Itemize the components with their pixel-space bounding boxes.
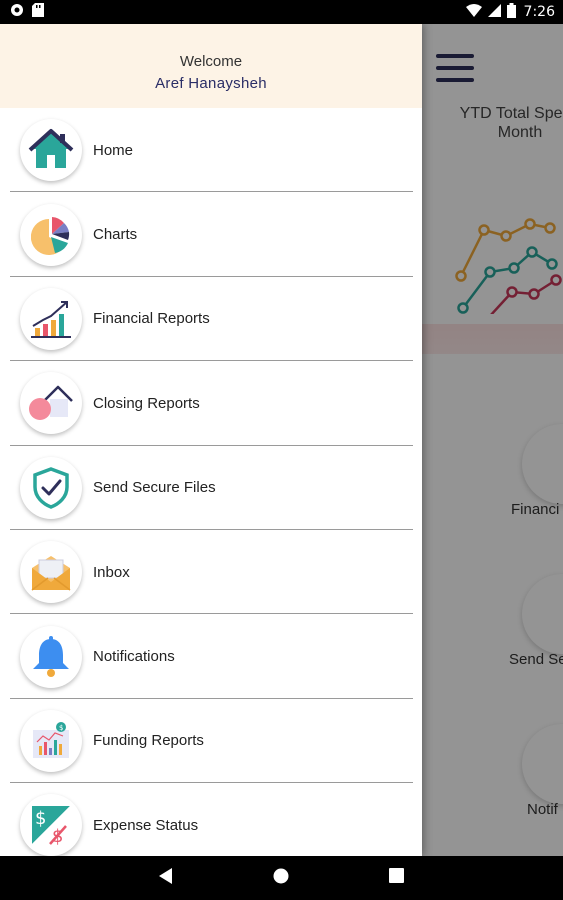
system-nav-bar [0, 856, 563, 900]
sd-card-icon [32, 2, 44, 22]
menu-label-expense-status: Expense Status [93, 816, 199, 834]
menu-item-send-secure-files[interactable]: Send Secure Files [0, 446, 422, 531]
drawer-header: Welcome Aref Hanaysheh [0, 24, 422, 108]
navigation-drawer: Welcome Aref Hanaysheh Home Charts Finan… [0, 24, 422, 856]
recents-icon[interactable] [389, 868, 404, 888]
shield-check-icon [20, 456, 82, 519]
menu-label-financial-reports: Financial Reports [93, 310, 210, 328]
menu-label-inbox: Inbox [93, 563, 130, 581]
menu-item-home[interactable]: Home [0, 108, 422, 193]
signal-icon [487, 3, 501, 21]
welcome-text: Welcome [179, 53, 243, 70]
svg-text:$: $ [59, 724, 63, 732]
menu-item-funding-reports[interactable]: $ Funding Reports [0, 699, 422, 784]
home-nav-icon[interactable] [273, 868, 289, 889]
menu-label-funding-reports: Funding Reports [93, 732, 204, 750]
svg-text:$: $ [35, 808, 46, 829]
pie-chart-icon [20, 203, 82, 266]
menu-item-closing-reports[interactable]: Closing Reports [0, 361, 422, 446]
menu-label-charts: Charts [93, 226, 138, 244]
closing-house-icon [20, 372, 82, 435]
menu-item-inbox[interactable]: Inbox [0, 530, 422, 615]
status-time: 7:26 [523, 4, 555, 20]
home-icon [20, 119, 82, 182]
wifi-icon [465, 3, 482, 21]
user-name: Aref Hanaysheh [155, 75, 267, 92]
menu-item-expense-status[interactable]: $ $ Expense Status [0, 783, 422, 856]
envelope-icon [20, 541, 82, 604]
menu-label-home: Home [93, 141, 134, 159]
funding-chart-icon: $ [20, 709, 82, 772]
status-bar: 7:26 [0, 0, 563, 24]
menu-item-charts[interactable]: Charts [0, 192, 422, 278]
menu-label-send-secure-files: Send Secure Files [93, 479, 216, 497]
bell-icon [20, 625, 82, 688]
menu-item-notifications[interactable]: Notifications [0, 614, 422, 700]
menu-label-closing-reports: Closing Reports [93, 394, 200, 412]
menu-item-financial-reports[interactable]: Financial Reports [0, 277, 422, 362]
notification-icon [10, 3, 24, 22]
bar-chart-icon [20, 287, 82, 350]
dollar-icon: $ $ [20, 794, 82, 856]
menu-label-notifications: Notifications [93, 648, 175, 666]
back-icon[interactable] [159, 867, 173, 889]
battery-icon [506, 2, 516, 22]
